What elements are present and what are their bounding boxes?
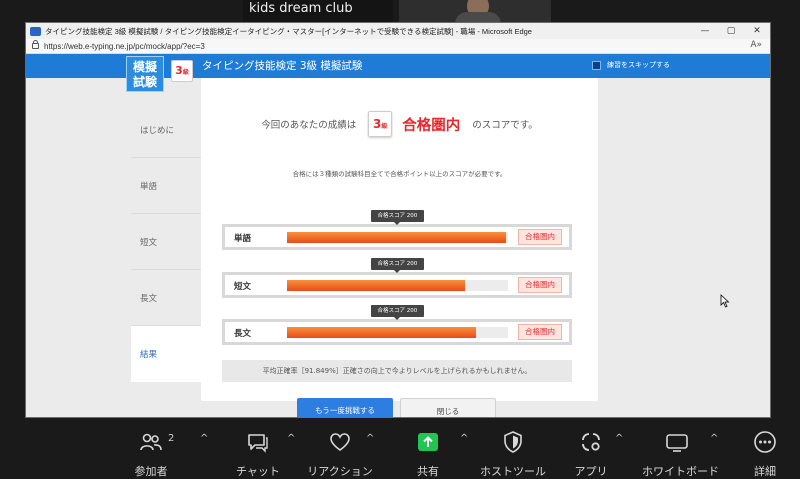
- host-tools-label: ホストツール: [480, 465, 546, 478]
- mouse-cursor-icon: [720, 294, 730, 308]
- shield-icon: [504, 431, 522, 453]
- reactions-caret-button[interactable]: ^: [366, 433, 374, 444]
- host-tools-button[interactable]: ホストツール: [478, 426, 548, 478]
- pass-score-tooltip: 合格スコア 200: [370, 305, 425, 320]
- sidebar-item-label: 結果: [140, 350, 158, 360]
- participant-body: [455, 12, 501, 22]
- sidebar-nav: はじめに 単語 短文 長文 結果: [131, 102, 201, 382]
- apps-label: アプリ: [574, 465, 608, 478]
- browser-window-title: タイピング技能検定 3級 模擬試験 / タイピング技能検定イータイピング・マスタ…: [45, 26, 532, 36]
- score-track: [287, 232, 508, 243]
- close-button[interactable]: 閉じる: [400, 398, 496, 417]
- result-status: 合格圏内: [402, 117, 461, 134]
- row-label: 短文: [234, 282, 252, 292]
- grade-badge: 3級: [171, 60, 193, 82]
- row-status-badge: 合格圏内: [518, 229, 562, 245]
- retry-button[interactable]: もう一度挑戦する: [297, 398, 393, 417]
- score-fill: [287, 327, 477, 338]
- result-grade-unit: 級: [381, 123, 388, 130]
- share-label: 共有: [417, 465, 439, 478]
- score-row-short-text: 短文 合格圏内 合格スコア 200: [222, 258, 572, 298]
- more-icon: [754, 431, 776, 453]
- row-status-badge: 合格圏内: [518, 277, 562, 293]
- grade-unit: 級: [182, 69, 189, 76]
- sidebar-item-result[interactable]: 結果: [131, 326, 201, 382]
- zoom-meeting-screen: kids dream club タイピング技能検定 3級 模擬試験 / タイピン…: [0, 0, 800, 479]
- chat-button[interactable]: チャット: [223, 426, 293, 478]
- sidebar-item-label: 短文: [140, 237, 158, 248]
- row-label: 長文: [234, 329, 252, 339]
- minimize-button[interactable]: —: [692, 26, 718, 36]
- mock-exam-logo: 模擬 試験: [126, 56, 164, 92]
- skip-checkbox[interactable]: [592, 60, 601, 70]
- sidebar-item-intro[interactable]: はじめに: [131, 102, 201, 158]
- participant-count: 2: [168, 433, 175, 444]
- score-track: [287, 280, 508, 291]
- participants-caret-button[interactable]: ^: [200, 433, 208, 444]
- sidebar-item-words[interactable]: 単語: [131, 158, 201, 214]
- result-panel: 今回のあなたの成績は 3級 合格圏内 のスコアです。 合格には３種類の試験科目全…: [201, 78, 598, 417]
- sidebar-item-long-text[interactable]: 長文: [131, 270, 201, 326]
- headline-after: のスコアです。: [472, 120, 538, 131]
- logo-line-1: 模擬: [132, 60, 157, 74]
- sidebar-item-label: はじめに: [140, 125, 175, 136]
- participants-button[interactable]: 参加者: [116, 426, 186, 478]
- participants-icon: [140, 433, 162, 451]
- web-page: タイピング技能検定 3級 模擬試験 練習をスキップする 模擬 試験 3級 はじめ…: [26, 54, 770, 417]
- score-track: [287, 327, 508, 338]
- logo-line-2: 試験: [132, 75, 157, 89]
- participant-video-tile[interactable]: [399, 0, 551, 22]
- chat-caret-button[interactable]: ^: [287, 433, 295, 444]
- more-label: 詳細: [754, 465, 776, 478]
- whiteboard-button[interactable]: ホワイトボード: [642, 426, 719, 478]
- skip-practice-toggle[interactable]: 練習をスキップする: [592, 60, 670, 70]
- reactions-button[interactable]: リアクション: [305, 426, 375, 478]
- address-bar[interactable]: https://web.e-typing.ne.jp/pc/mock/app/?…: [26, 39, 770, 54]
- heart-icon: [330, 433, 350, 451]
- grade-number: 3: [175, 64, 183, 77]
- score-fill: [287, 280, 466, 291]
- score-fill: [287, 232, 507, 243]
- score-row-long-text: 長文 合格圏内 合格スコア 200: [222, 305, 572, 345]
- result-grade-badge: 3級: [368, 111, 393, 137]
- participant-tile-name[interactable]: kids dream club: [243, 0, 393, 22]
- sidebar-item-short-text[interactable]: 短文: [131, 214, 201, 270]
- shared-browser-window: タイピング技能検定 3級 模擬試験 / タイピング技能検定イータイピング・マスタ…: [25, 22, 771, 418]
- chat-label: チャット: [236, 465, 280, 478]
- site-favicon-icon: [30, 26, 41, 36]
- pass-requirement-note: 合格には３種類の試験科目全てで合格ポイント以上のスコアが必要です。: [292, 170, 507, 178]
- accuracy-message: 平均正確率［91.849%］正確さの向上で今よりレベルを上げられるかもしれません…: [222, 360, 572, 382]
- share-screen-button[interactable]: 共有: [393, 426, 463, 478]
- share-screen-icon: [418, 433, 438, 451]
- more-button[interactable]: 詳細: [730, 426, 800, 478]
- result-headline: 今回のあなたの成績は 3級 合格圏内 のスコアです。: [201, 109, 598, 139]
- url-text[interactable]: https://web.e-typing.ne.jp/pc/mock/app/?…: [44, 42, 205, 51]
- share-caret-button[interactable]: ^: [460, 433, 468, 444]
- page-title: タイピング技能検定 3級 模擬試験: [202, 60, 363, 72]
- lock-icon: [32, 40, 39, 49]
- whiteboard-icon: [666, 434, 688, 452]
- participant-name: kids dream club: [249, 1, 353, 16]
- browser-titlebar: タイピング技能検定 3級 模擬試験 / タイピング技能検定イータイピング・マスタ…: [26, 23, 770, 39]
- pass-score-tooltip: 合格スコア 200: [370, 210, 425, 225]
- apps-icon: [582, 433, 600, 451]
- sidebar-item-label: 長文: [140, 293, 158, 304]
- participants-label: 参加者: [134, 465, 168, 478]
- row-label: 単語: [234, 234, 252, 244]
- read-aloud-icon[interactable]: A»: [750, 40, 762, 50]
- score-row-words: 単語 合格圏内 合格スコア 200: [222, 210, 572, 250]
- close-window-button[interactable]: ✕: [744, 26, 770, 36]
- reactions-label: リアクション: [307, 465, 373, 478]
- whiteboard-caret-button[interactable]: ^: [710, 433, 718, 444]
- sidebar-item-label: 単語: [140, 181, 158, 192]
- maximize-button[interactable]: ▢: [718, 26, 744, 36]
- headline-before: 今回のあなたの成績は: [261, 120, 357, 131]
- pass-score-tooltip: 合格スコア 200: [370, 258, 425, 273]
- chat-icon: [248, 434, 268, 453]
- apps-caret-button[interactable]: ^: [615, 433, 623, 444]
- row-status-badge: 合格圏内: [518, 324, 562, 340]
- zoom-toolbar: 参加者 2 ^ チャット ^ リアクション ^ 共有 ^ ホストツール アプリ …: [0, 418, 800, 479]
- skip-practice-label: 練習をスキップする: [607, 61, 670, 69]
- whiteboard-label: ホワイトボード: [642, 465, 719, 478]
